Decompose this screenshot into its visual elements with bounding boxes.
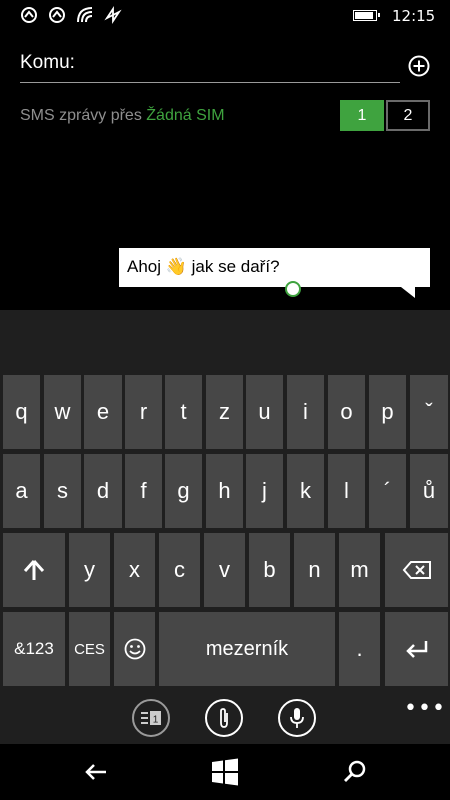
key-z[interactable]: z	[206, 375, 243, 449]
message-text-end: jak se daří?	[186, 257, 280, 276]
key-caron[interactable]: ˇ	[410, 375, 448, 449]
key-v[interactable]: v	[204, 533, 245, 607]
key-x[interactable]: x	[114, 533, 155, 607]
key-b[interactable]: b	[249, 533, 290, 607]
more-options-button[interactable]: •••	[404, 696, 446, 721]
key-q[interactable]: q	[3, 375, 40, 449]
backspace-icon	[402, 561, 431, 579]
key-acute[interactable]: ´	[369, 454, 406, 528]
shift-key[interactable]	[3, 533, 65, 607]
sms-sim-row: SMS zprávy přes Žádná SIM 1 2	[20, 100, 430, 132]
sim-switch-icon: 1	[141, 711, 161, 726]
wifi-icon	[77, 7, 93, 23]
attach-icon	[220, 708, 228, 728]
sim-2-button[interactable]: 2	[386, 100, 430, 131]
key-j[interactable]: j	[246, 454, 283, 528]
microphone-icon	[290, 708, 304, 728]
text-cursor-handle[interactable]	[285, 281, 301, 297]
key-r[interactable]: r	[125, 375, 162, 449]
sim-1-button[interactable]: 1	[340, 100, 384, 131]
plus-circle-icon[interactable]	[408, 55, 430, 77]
key-t[interactable]: t	[165, 375, 202, 449]
sms-via-label: SMS zprávy přes Žádná SIM	[20, 107, 225, 125]
language-key[interactable]: CES	[69, 612, 110, 686]
microphone-button[interactable]	[278, 699, 316, 737]
sim-switch-button[interactable]: 1	[132, 699, 170, 737]
navigation-bar	[0, 744, 450, 800]
compose-bubble-tail	[401, 287, 415, 298]
key-f[interactable]: f	[125, 454, 162, 528]
key-s[interactable]: s	[44, 454, 81, 528]
key-e[interactable]: e	[84, 375, 122, 449]
key-i[interactable]: i	[287, 375, 324, 449]
recipient-row: Komu:	[20, 50, 430, 84]
shift-arrow-icon	[23, 559, 45, 580]
key-o[interactable]: o	[328, 375, 365, 449]
message-compose-box[interactable]: Ahoj 👋 jak se daří?	[119, 248, 430, 287]
backspace-key[interactable]	[385, 533, 448, 607]
key-p[interactable]: p	[369, 375, 406, 449]
windows-logo-icon[interactable]	[211, 758, 239, 786]
status-bar: 12:15	[0, 0, 450, 32]
attach-button[interactable]	[205, 699, 243, 737]
message-text[interactable]: Ahoj 👋 jak se daří?	[127, 257, 280, 277]
key-w[interactable]: w	[44, 375, 81, 449]
emoji-key[interactable]	[114, 612, 155, 686]
key-d[interactable]: d	[84, 454, 122, 528]
svg-text:1: 1	[153, 715, 159, 726]
symbols-key[interactable]: &123	[3, 612, 65, 686]
key-n[interactable]: n	[294, 533, 335, 607]
key-g[interactable]: g	[165, 454, 202, 528]
wave-emoji: 👋	[165, 257, 187, 276]
space-key[interactable]: mezerník	[159, 612, 335, 686]
notification-icon	[21, 7, 37, 23]
smiley-icon	[124, 638, 145, 660]
recipient-field[interactable]: Komu:	[20, 52, 75, 74]
sms-sim-name[interactable]: Žádná SIM	[146, 107, 224, 124]
back-arrow-icon[interactable]	[82, 758, 110, 786]
enter-key[interactable]	[385, 612, 448, 686]
battery-icon	[353, 10, 380, 21]
key-h[interactable]: h	[206, 454, 243, 528]
sms-prefix: SMS zprávy přes	[20, 107, 147, 124]
key-y[interactable]: y	[69, 533, 110, 607]
status-icons	[20, 6, 122, 24]
key-m[interactable]: m	[339, 533, 380, 607]
key-l[interactable]: l	[328, 454, 365, 528]
notification-icon	[49, 7, 65, 23]
enter-icon	[405, 641, 427, 658]
key-c[interactable]: c	[159, 533, 200, 607]
recipient-underline	[20, 82, 400, 83]
search-icon[interactable]	[341, 758, 369, 786]
key-a[interactable]: a	[3, 454, 40, 528]
key-u[interactable]: u	[246, 375, 283, 449]
on-screen-keyboard: q w e r t z u i o p ˇ a s d f g h j k l …	[0, 310, 450, 744]
key-k[interactable]: k	[287, 454, 324, 528]
status-time: 12:15	[392, 7, 436, 25]
key-u-ring[interactable]: ů	[410, 454, 448, 528]
message-text-start: Ahoj	[127, 257, 166, 276]
period-key[interactable]: .	[339, 612, 380, 686]
data-sync-icon	[104, 6, 122, 24]
